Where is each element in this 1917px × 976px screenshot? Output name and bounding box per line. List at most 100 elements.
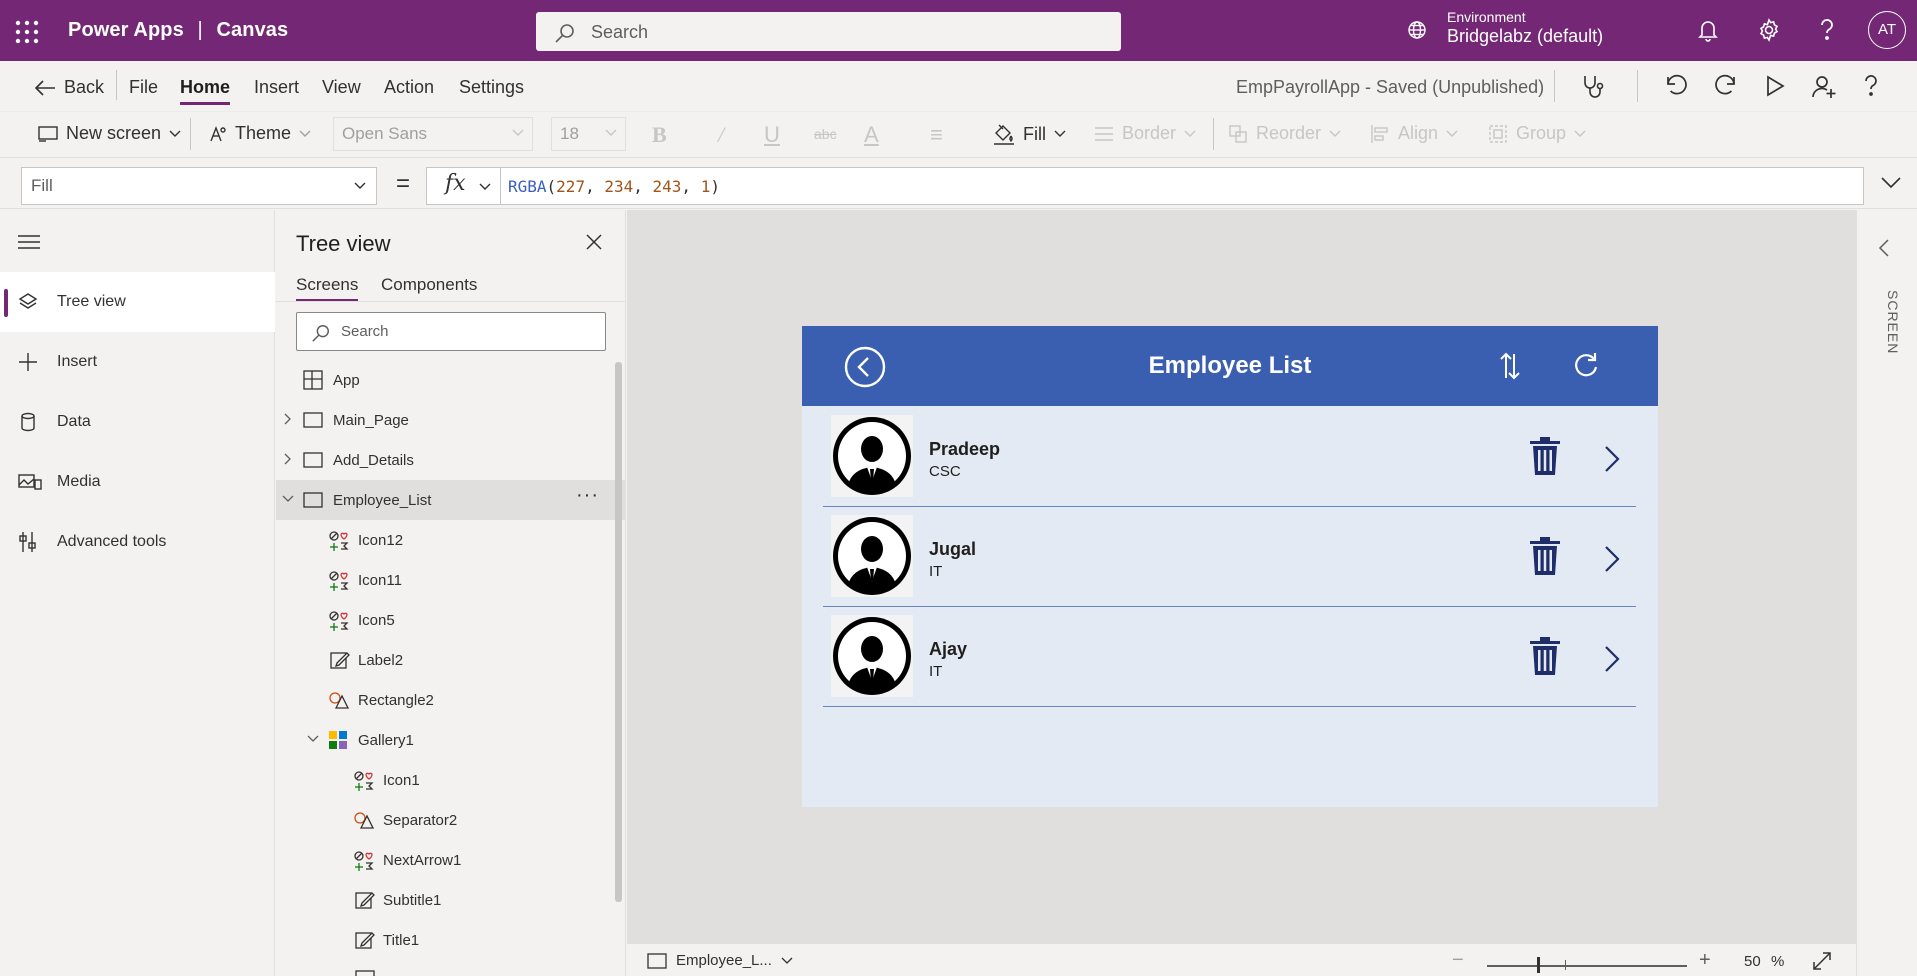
- tree-node-screen[interactable]: Add_Details: [276, 440, 625, 480]
- tree-node-control[interactable]: Separator2: [276, 800, 625, 840]
- text-align-icon[interactable]: ≡: [930, 122, 943, 148]
- play-preview-icon[interactable]: [1764, 74, 1786, 98]
- function-picker[interactable]: fx: [426, 167, 502, 205]
- zoom-slider-thumb[interactable]: [1537, 957, 1540, 973]
- italic-icon[interactable]: /: [718, 122, 724, 148]
- tree-node-screen-selected[interactable]: Employee_List ···: [276, 480, 625, 520]
- hamburger-menu-icon[interactable]: [18, 234, 40, 250]
- tree-search-box[interactable]: Search: [296, 312, 606, 351]
- menu-action[interactable]: Action: [384, 77, 434, 98]
- nav-advanced-tools[interactable]: Advanced tools: [0, 512, 275, 572]
- gallery-row-employee[interactable]: Jugal IT: [823, 507, 1636, 607]
- theme-button[interactable]: Theme: [207, 123, 311, 144]
- group-button[interactable]: Group: [1488, 123, 1586, 144]
- global-search-box[interactable]: Search: [536, 12, 1121, 51]
- icon-control-icon: [328, 570, 350, 592]
- chevron-down-icon: [512, 129, 524, 136]
- tree-search-placeholder: Search: [341, 323, 389, 340]
- tree-node-app[interactable]: App: [276, 360, 625, 400]
- trash-delete-icon[interactable]: [1530, 537, 1560, 575]
- help-question-icon[interactable]: [1817, 18, 1837, 42]
- product-title[interactable]: Power Apps | Canvas: [68, 19, 288, 42]
- tab-components[interactable]: Components: [381, 275, 477, 295]
- tab-screens[interactable]: Screens: [296, 275, 359, 301]
- tree-scrollbar[interactable]: [615, 362, 622, 902]
- formula-input[interactable]: RGBA(227, 234, 243, 1): [500, 167, 1864, 205]
- gallery-row-employee[interactable]: Pradeep CSC: [823, 407, 1636, 507]
- chevron-right-icon[interactable]: [284, 413, 292, 425]
- app-checker-stethoscope-icon[interactable]: [1580, 74, 1606, 100]
- notifications-bell-icon[interactable]: [1697, 18, 1719, 42]
- align-button[interactable]: Align: [1370, 123, 1458, 144]
- screen-selector[interactable]: Employee_L...: [647, 952, 793, 969]
- toolbar-divider: [1213, 118, 1214, 150]
- menu-file[interactable]: File: [129, 77, 158, 98]
- back-button[interactable]: Back: [34, 77, 104, 98]
- app-screen-preview[interactable]: Employee List Pradeep CSC Jugal IT Ajay …: [802, 326, 1658, 807]
- tree-node-control-partial[interactable]: [276, 960, 625, 976]
- fit-to-window-expand-icon[interactable]: [1812, 951, 1832, 971]
- zoom-in-button[interactable]: +: [1699, 949, 1711, 972]
- nav-insert[interactable]: Insert: [0, 332, 275, 392]
- align-icon: [1371, 124, 1388, 143]
- trash-delete-icon[interactable]: [1530, 637, 1560, 675]
- nav-data[interactable]: Data: [0, 392, 275, 452]
- zoom-slider[interactable]: [1487, 965, 1687, 967]
- chevron-right-icon[interactable]: [1604, 445, 1620, 473]
- tree-node-control[interactable]: Icon5: [276, 600, 625, 640]
- trash-delete-icon[interactable]: [1530, 437, 1560, 475]
- sort-arrows-icon[interactable]: [1498, 352, 1522, 380]
- expand-panel-chevron-left-icon[interactable]: [1878, 238, 1890, 258]
- tree-node-screen[interactable]: Main_Page: [276, 400, 625, 440]
- refresh-icon[interactable]: [1572, 351, 1600, 379]
- tree-node-control[interactable]: Rectangle2: [276, 680, 625, 720]
- font-size-dropdown[interactable]: 18: [551, 117, 626, 151]
- reorder-button[interactable]: Reorder: [1228, 123, 1341, 144]
- app-launcher-icon[interactable]: [14, 19, 40, 45]
- gallery-row-employee[interactable]: Ajay IT: [823, 607, 1636, 707]
- undo-icon[interactable]: [1665, 74, 1689, 98]
- nav-media[interactable]: Media: [0, 452, 275, 512]
- tree-node-gallery[interactable]: Gallery1: [276, 720, 625, 760]
- tree-node-label: Icon11: [358, 572, 402, 589]
- bold-icon[interactable]: B: [652, 122, 667, 148]
- help-icon[interactable]: [1861, 74, 1881, 98]
- tree-node-control[interactable]: Icon12: [276, 520, 625, 560]
- tree-node-control[interactable]: Icon1: [276, 760, 625, 800]
- menu-settings[interactable]: Settings: [459, 77, 524, 98]
- shape-icon: [328, 690, 350, 710]
- environment-icon[interactable]: [1406, 19, 1428, 41]
- tree-node-control[interactable]: Icon11: [276, 560, 625, 600]
- menu-home[interactable]: Home: [180, 77, 231, 105]
- user-avatar[interactable]: AT: [1868, 11, 1906, 49]
- close-icon[interactable]: [586, 234, 602, 250]
- environment-picker[interactable]: Bridgelabz (default): [1447, 26, 1603, 47]
- strikethrough-icon[interactable]: abc: [814, 126, 837, 142]
- border-button[interactable]: Border: [1094, 123, 1196, 144]
- nav-tree-view[interactable]: Tree view: [0, 272, 275, 332]
- settings-gear-icon[interactable]: [1757, 18, 1781, 42]
- tree-node-control[interactable]: Label2: [276, 640, 625, 680]
- chevron-right-icon[interactable]: [284, 453, 292, 465]
- chevron-right-icon[interactable]: [1604, 545, 1620, 573]
- chevron-down-icon[interactable]: [307, 735, 319, 743]
- property-dropdown[interactable]: Fill: [21, 167, 377, 205]
- new-screen-button[interactable]: New screen: [38, 123, 181, 144]
- font-color-icon[interactable]: A: [864, 122, 879, 148]
- zoom-out-button[interactable]: −: [1452, 949, 1464, 972]
- menu-insert[interactable]: Insert: [254, 77, 299, 98]
- tree-node-control[interactable]: NextArrow1: [276, 840, 625, 880]
- chevron-right-icon[interactable]: [1604, 645, 1620, 673]
- fill-button[interactable]: Fill: [993, 123, 1066, 145]
- tree-node-control[interactable]: Subtitle1: [276, 880, 625, 920]
- share-user-icon[interactable]: [1811, 74, 1837, 100]
- tree-node-control[interactable]: Title1: [276, 920, 625, 960]
- more-options-icon[interactable]: ···: [576, 484, 599, 507]
- expand-formula-chevron-icon[interactable]: [1880, 176, 1902, 190]
- chevron-down-icon[interactable]: [282, 495, 294, 503]
- font-family-dropdown[interactable]: Open Sans: [333, 117, 533, 151]
- underline-icon[interactable]: U: [764, 122, 780, 148]
- screen-panel-label[interactable]: SCREEN: [1871, 290, 1901, 370]
- redo-icon[interactable]: [1713, 74, 1737, 98]
- menu-view[interactable]: View: [322, 77, 361, 98]
